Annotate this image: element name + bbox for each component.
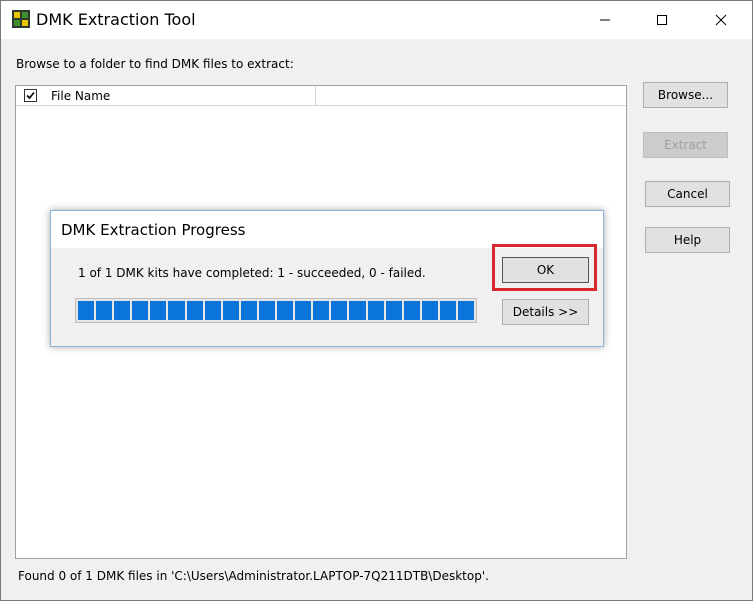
column-divider[interactable] — [315, 86, 316, 105]
progress-dialog: DMK Extraction Progress 1 of 1 DMK kits … — [50, 210, 604, 347]
progress-segment — [439, 301, 456, 320]
help-button[interactable]: Help — [645, 227, 730, 253]
progress-segment — [385, 301, 402, 320]
extract-button[interactable]: Extract — [643, 132, 728, 158]
dialog-title: DMK Extraction Progress — [61, 221, 246, 239]
progress-segment — [132, 301, 149, 320]
progress-segment — [96, 301, 113, 320]
progress-segment — [258, 301, 276, 320]
close-button[interactable] — [692, 1, 750, 39]
cancel-button[interactable]: Cancel — [645, 181, 730, 207]
details-button[interactable]: Details >> — [502, 299, 589, 325]
progress-segment — [277, 301, 294, 320]
close-icon — [715, 14, 727, 26]
dialog-title-bar: DMK Extraction Progress — [51, 211, 603, 248]
file-list-header: File Name — [16, 86, 626, 106]
app-icon — [12, 10, 30, 28]
status-text: Found 0 of 1 DMK files in 'C:\Users\Admi… — [18, 569, 489, 583]
progress-segment — [349, 301, 366, 320]
progress-segment — [295, 301, 312, 320]
progress-segment — [403, 301, 420, 320]
progress-segment — [168, 301, 185, 320]
checkmark-icon — [26, 91, 35, 100]
progress-segment — [114, 301, 131, 320]
minimize-button[interactable] — [576, 1, 634, 39]
maximize-button[interactable] — [633, 1, 691, 39]
instruction-label: Browse to a folder to find DMK files to … — [16, 57, 294, 71]
window-title: DMK Extraction Tool — [36, 10, 196, 29]
progress-segment — [78, 301, 95, 320]
minimize-icon — [600, 19, 610, 21]
progress-bar — [75, 298, 477, 323]
progress-segment — [313, 301, 330, 320]
progress-segment — [367, 301, 384, 320]
title-bar: DMK Extraction Tool — [1, 1, 752, 39]
column-header-file-name[interactable]: File Name — [51, 88, 110, 104]
progress-segment — [457, 301, 475, 320]
progress-message: 1 of 1 DMK kits have completed: 1 - succ… — [78, 266, 426, 280]
progress-segment — [204, 301, 221, 320]
progress-segment — [186, 301, 203, 320]
select-all-checkbox[interactable] — [24, 89, 37, 102]
browse-button[interactable]: Browse... — [643, 82, 728, 108]
progress-segment — [240, 301, 257, 320]
main-window: DMK Extraction Tool Browse to a folder t… — [0, 0, 753, 601]
progress-segment — [150, 301, 167, 320]
progress-segment — [222, 301, 239, 320]
maximize-icon — [657, 15, 667, 25]
progress-segment — [331, 301, 348, 320]
progress-segment — [421, 301, 438, 320]
ok-button[interactable]: OK — [502, 257, 589, 283]
